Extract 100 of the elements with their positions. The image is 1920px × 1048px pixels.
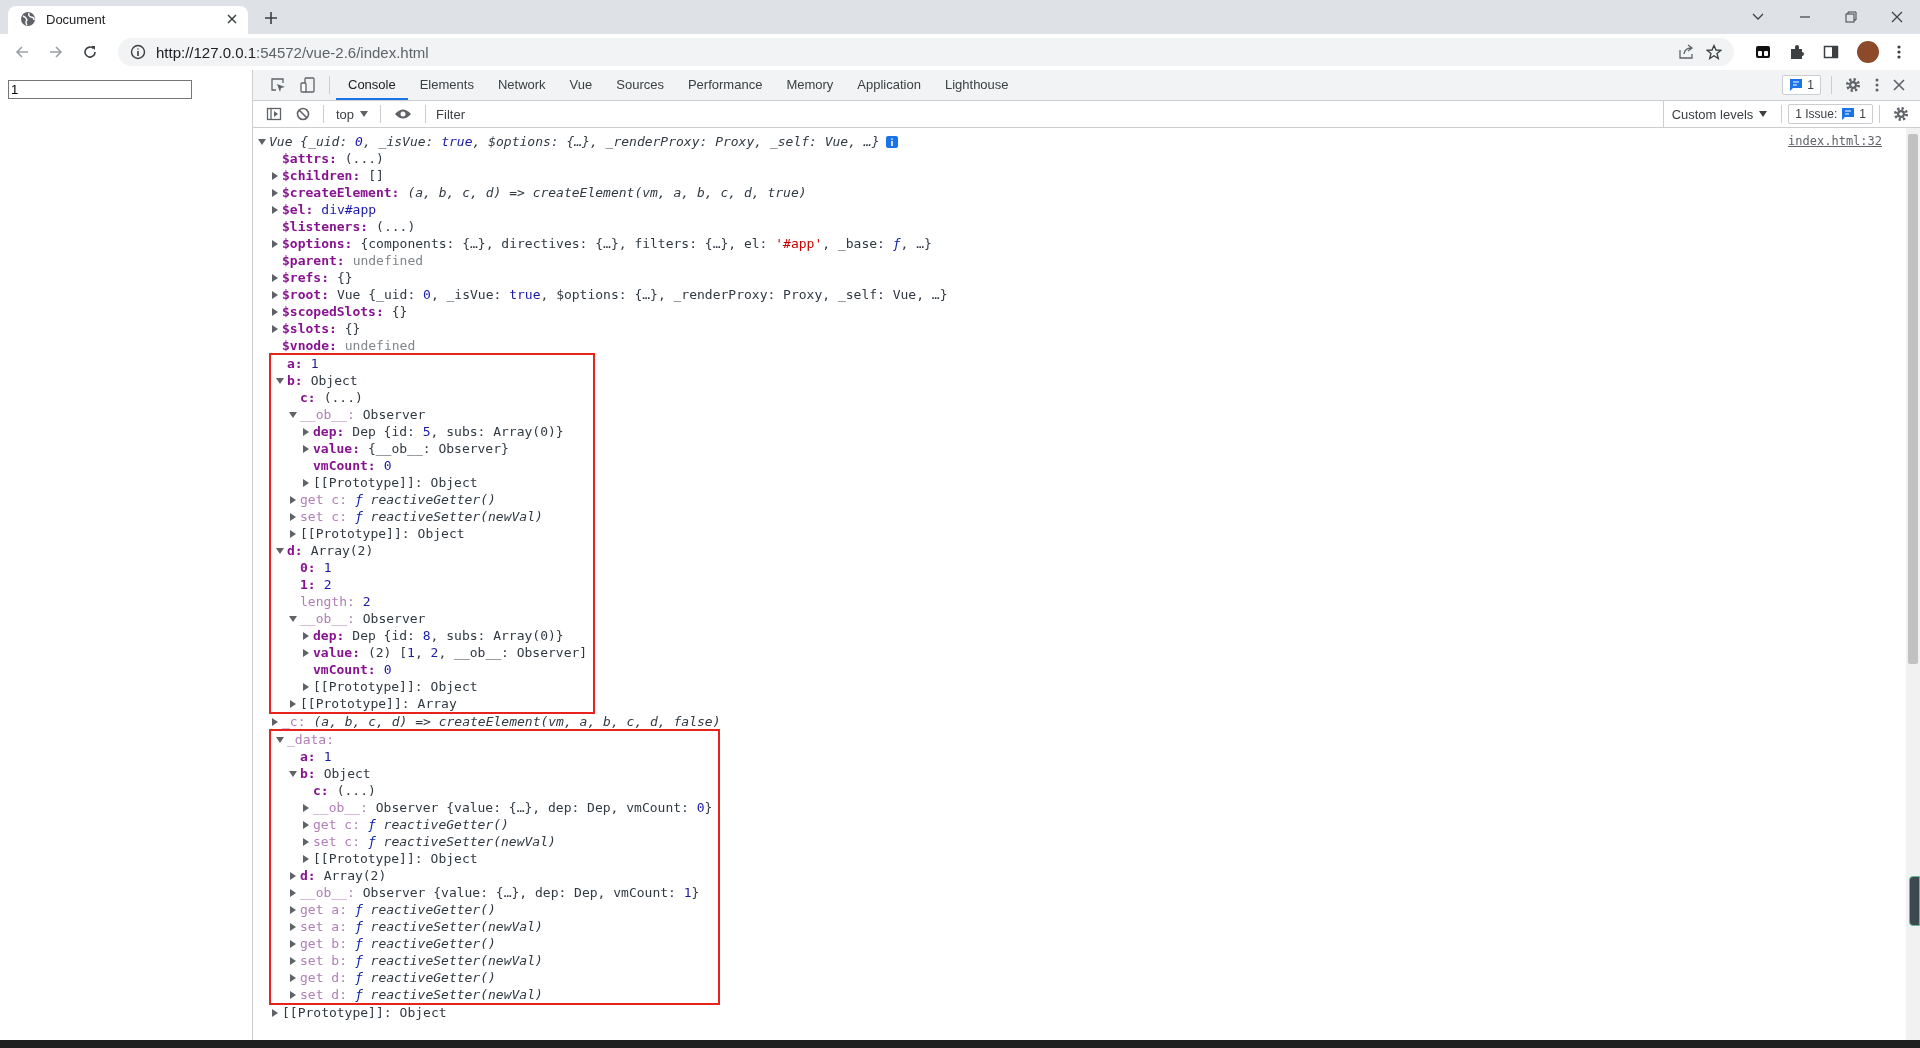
new-tab-icon[interactable]	[264, 11, 278, 25]
collapsed-arrow-icon[interactable]	[289, 973, 297, 982]
property-line: b: Object	[287, 372, 358, 389]
devtools-tab[interactable]: Network	[485, 70, 558, 100]
property-line: get c: ƒ reactiveGetter()	[313, 816, 509, 833]
clear-console-icon[interactable]	[296, 107, 310, 121]
collapsed-arrow-icon[interactable]	[289, 495, 297, 504]
info-icon[interactable]	[885, 135, 898, 148]
property-line: [[Prototype]]: Object	[313, 474, 478, 491]
source-link[interactable]: index.html:32	[1788, 134, 1882, 148]
collapsed-arrow-icon[interactable]	[289, 990, 297, 999]
property-line: set b: ƒ reactiveSetter(newVal)	[300, 952, 543, 969]
context-dropdown[interactable]: top	[330, 106, 375, 122]
more-icon[interactable]	[1875, 77, 1879, 93]
close-icon[interactable]	[1891, 11, 1903, 23]
puzzle-icon[interactable]	[1789, 44, 1805, 60]
reload-icon[interactable]	[82, 44, 98, 60]
collapsed-arrow-icon[interactable]	[271, 273, 279, 282]
back-arrow-icon[interactable]	[14, 44, 30, 60]
collapsed-arrow-icon[interactable]	[302, 820, 310, 829]
restore-icon[interactable]	[1845, 11, 1857, 23]
collapsed-arrow-icon[interactable]	[271, 307, 279, 316]
property-line: [[Prototype]]: Object	[313, 850, 478, 867]
collapsed-arrow-icon[interactable]	[302, 444, 310, 453]
close-icon[interactable]	[1893, 79, 1905, 91]
collapsed-arrow-icon[interactable]	[289, 512, 297, 521]
property-line: Vue {_uid: 0, _isVue: true, $options: {…}, _renderProxy: Proxy, _self: Vue, …}	[269, 133, 880, 150]
collapsed-arrow-icon[interactable]	[289, 529, 297, 538]
expanded-arrow-icon[interactable]	[276, 546, 284, 555]
info-icon[interactable]	[130, 44, 146, 60]
property-line: [[Prototype]]: Object	[282, 1004, 447, 1021]
property-line: dep: Dep {id: 5, subs: Array(0)}	[313, 423, 564, 440]
property-line: set c: ƒ reactiveSetter(newVal)	[300, 508, 543, 525]
property-line: vmCount: 0	[313, 661, 392, 678]
collapsed-arrow-icon[interactable]	[302, 631, 310, 640]
share-icon[interactable]	[1678, 44, 1696, 60]
settings-icon[interactable]	[1845, 77, 1861, 93]
devtools-tab[interactable]: Console	[336, 70, 408, 100]
collapsed-arrow-icon[interactable]	[271, 290, 279, 299]
avatar-icon[interactable]	[1857, 41, 1879, 63]
scrollbar[interactable]	[1906, 128, 1920, 1040]
devtools-tab[interactable]: Memory	[774, 70, 846, 100]
expanded-arrow-icon[interactable]	[289, 614, 297, 623]
expanded-arrow-icon[interactable]	[289, 410, 297, 419]
collapsed-arrow-icon[interactable]	[289, 922, 297, 931]
more-icon[interactable]	[1897, 44, 1901, 60]
inspect-element-icon[interactable]	[270, 77, 286, 93]
caret-icon	[360, 111, 369, 117]
property-line: c: (...)	[313, 782, 376, 799]
side-panel-icon[interactable]	[1823, 44, 1839, 60]
collapsed-arrow-icon[interactable]	[271, 171, 279, 180]
devtools-tab[interactable]: Vue	[557, 70, 605, 100]
property-line: _c: (a, b, c, d) => createElement(vm, a, b, c, d, false)	[282, 713, 721, 730]
collapsed-arrow-icon[interactable]	[289, 905, 297, 914]
settings-icon[interactable]	[1893, 106, 1909, 122]
device-toolbar-icon[interactable]	[300, 77, 316, 93]
collapsed-arrow-icon[interactable]	[271, 324, 279, 333]
star-icon[interactable]	[1706, 44, 1722, 60]
expanded-arrow-icon[interactable]	[258, 137, 266, 146]
collapsed-arrow-icon[interactable]	[302, 648, 310, 657]
property-line: a: 1	[287, 355, 319, 372]
eye-icon[interactable]	[394, 108, 413, 120]
collapsed-arrow-icon[interactable]	[271, 1008, 279, 1017]
collapsed-arrow-icon[interactable]	[302, 682, 310, 691]
collapsed-arrow-icon[interactable]	[289, 888, 297, 897]
devtools-tab[interactable]: Application	[845, 70, 933, 100]
extension-icon[interactable]	[1755, 44, 1771, 60]
collapsed-arrow-icon[interactable]	[289, 939, 297, 948]
collapsed-arrow-icon[interactable]	[271, 239, 279, 248]
collapsed-arrow-icon[interactable]	[271, 717, 279, 726]
text-input[interactable]: 1	[8, 80, 192, 99]
expanded-arrow-icon[interactable]	[276, 376, 284, 385]
forward-arrow-icon[interactable]	[48, 44, 64, 60]
property-line: value: (2) [1, 2, __ob__: Observer]	[313, 644, 588, 661]
close-icon[interactable]	[226, 13, 238, 25]
collapsed-arrow-icon[interactable]	[289, 871, 297, 880]
expanded-arrow-icon[interactable]	[276, 735, 284, 744]
collapsed-arrow-icon[interactable]	[302, 837, 310, 846]
address-bar[interactable]: http://127.0.0.1:54572/vue-2.6/index.html	[118, 38, 1734, 66]
collapsed-arrow-icon[interactable]	[302, 478, 310, 487]
browser-tab[interactable]: Document	[8, 6, 248, 34]
property-line: _data:	[287, 731, 335, 748]
devtools-tab[interactable]: Performance	[675, 70, 775, 100]
devtools-tab[interactable]: Elements	[407, 70, 486, 100]
collapsed-arrow-icon[interactable]	[302, 427, 310, 436]
property-line: value: {__ob__: Observer}	[313, 440, 509, 457]
collapsed-arrow-icon[interactable]	[302, 803, 310, 812]
devtools-tab[interactable]: Sources	[604, 70, 676, 100]
property-line: __ob__: Observer {value: {…}, dep: Dep, vmCount: 1}	[300, 884, 700, 901]
devtools-tab[interactable]: Lighthouse	[932, 70, 1021, 100]
expanded-arrow-icon[interactable]	[289, 769, 297, 778]
collapsed-arrow-icon[interactable]	[289, 699, 297, 708]
collapsed-arrow-icon[interactable]	[302, 854, 310, 863]
sidebar-toggle-icon[interactable]	[266, 106, 282, 122]
issues-button[interactable]: 1 Issue: 1	[1788, 104, 1873, 124]
messages-badge[interactable]: 1	[1782, 75, 1821, 95]
property-line: vmCount: 0	[313, 457, 392, 474]
collapsed-arrow-icon[interactable]	[271, 188, 279, 197]
collapsed-arrow-icon[interactable]	[271, 205, 279, 214]
collapsed-arrow-icon[interactable]	[289, 956, 297, 965]
